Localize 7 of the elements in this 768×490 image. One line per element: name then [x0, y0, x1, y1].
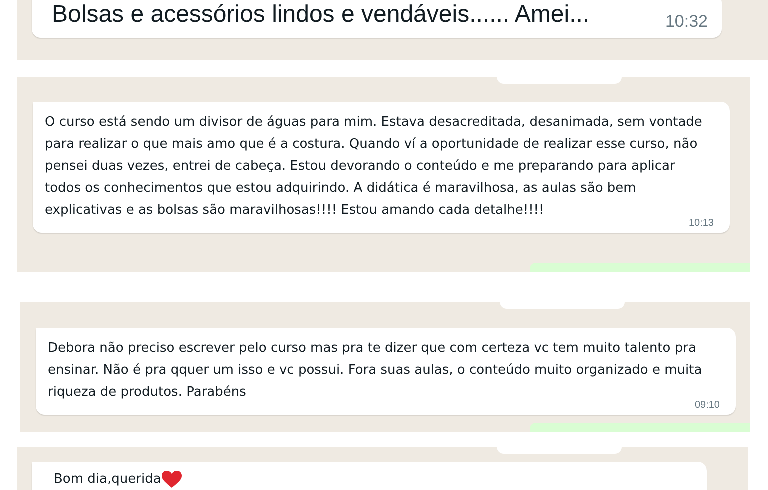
message-text: Bom dia,querida [54, 471, 162, 489]
message-text: Bolsas e acessórios lindos e vendáveis...... Amei... [52, 0, 590, 30]
message-time: 10:13 [688, 218, 714, 229]
message-text: O curso está sendo um divisor de águas para mim. Estava desacreditada, desanimada, sem vontade para realizar o que mais amo que é a costura. Quando ví a oportunidade de realizar esse curso, não pensei duas vezes, entrei de cabeça. Estou devorando o conteúdo e me preparando para aplicar todos os conhecimentos que estou adquirindo. A didática é maravilhosa, as aulas são bem explicativas e as bolsas são maravilhosas!!!! Estou amando cada detalhe!!!! [45, 114, 704, 219]
message-text: Debora não preciso escrever pelo curso mas pra te dizer que com certeza vc tem muito talento pra ensinar. Não é pra qquer um isso e vc possui. Fora suas aulas, o conteúdo muito organizado e muita riqueza de produtos. Parabéns [48, 340, 704, 401]
message-time: 10:32 [665, 12, 708, 32]
message-time: 09:10 [694, 400, 720, 411]
